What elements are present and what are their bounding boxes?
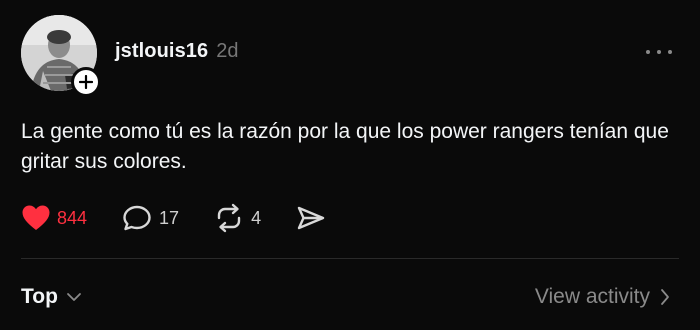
repost-count: 4 bbox=[251, 207, 262, 228]
post-header: jstlouis16 2d bbox=[115, 40, 239, 68]
share-button[interactable] bbox=[295, 200, 327, 236]
view-activity-button[interactable]: View activity bbox=[535, 282, 670, 312]
comment-icon bbox=[123, 205, 151, 231]
sort-label: Top bbox=[21, 285, 58, 308]
repost-button[interactable]: 4 bbox=[213, 200, 261, 236]
ellipsis-dot bbox=[657, 50, 661, 54]
like-count: 844 bbox=[57, 207, 88, 228]
ellipsis-dot bbox=[668, 50, 672, 54]
divider bbox=[21, 258, 679, 259]
chevron-right-icon bbox=[661, 289, 669, 305]
action-bar: 844 17 4 bbox=[21, 200, 327, 236]
avatar-container[interactable] bbox=[21, 15, 101, 97]
ellipsis-icon bbox=[646, 50, 650, 54]
chevron-down-icon bbox=[67, 293, 81, 301]
username[interactable]: jstlouis16 bbox=[115, 40, 208, 63]
more-options-button[interactable] bbox=[646, 46, 672, 58]
reply-count: 17 bbox=[159, 207, 180, 228]
plus-icon bbox=[79, 75, 93, 89]
like-button[interactable]: 844 bbox=[21, 200, 87, 236]
thread-post: jstlouis16 2d La gente como tú es la raz… bbox=[0, 0, 700, 330]
send-icon bbox=[297, 206, 325, 230]
follow-button[interactable] bbox=[71, 67, 101, 97]
post-text: La gente como tú es la razón por la que … bbox=[21, 120, 669, 173]
reply-button[interactable]: 17 bbox=[121, 200, 179, 236]
repost-icon bbox=[217, 203, 241, 233]
heart-filled-icon bbox=[22, 205, 50, 230]
timestamp: 2d bbox=[216, 40, 239, 62]
sort-replies-button[interactable]: Top bbox=[21, 282, 82, 312]
view-activity-label: View activity bbox=[534, 285, 650, 308]
